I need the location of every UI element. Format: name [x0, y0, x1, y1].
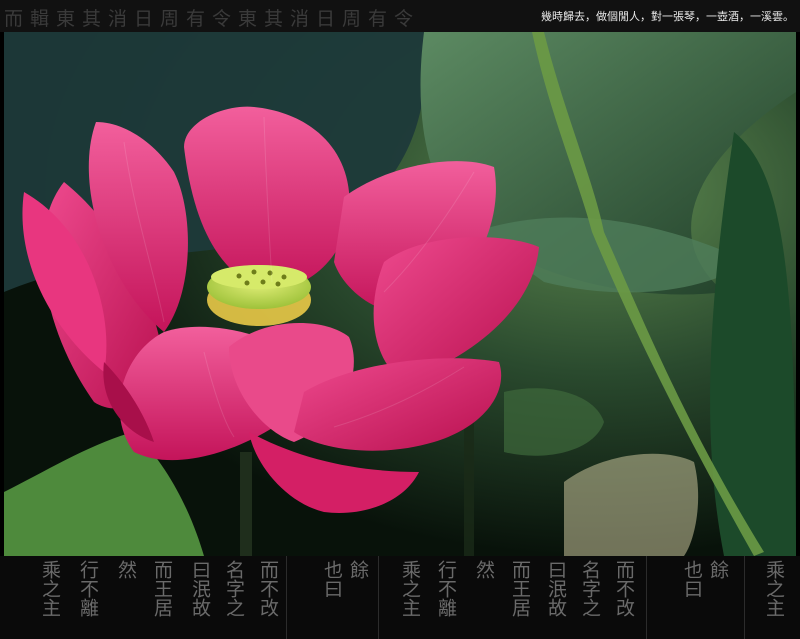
- top-calligraphy-band: 而輯東其消日周有令東其消日周有令 幾時歸去，做個閒人，對一張琴，一壺酒，一溪雲。: [0, 0, 800, 32]
- calligraphy-column: 餘: [347, 560, 369, 579]
- calligraphy-column: 名字之: [579, 560, 601, 617]
- calligraphy-column: 餘: [707, 560, 729, 579]
- calligraphy-strip: 而輯東其消日周有令東其消日周有令: [4, 8, 421, 30]
- lotus-photo: [4, 32, 796, 556]
- background-stem: [464, 422, 474, 556]
- calligraphy-column: 乘之主: [39, 560, 61, 617]
- poem-caption: 幾時歸去，做個閒人，對一張琴，一壺酒，一溪雲。: [541, 10, 794, 23]
- calligraphy-column: 乘之主: [399, 560, 421, 617]
- seed-pod-top: [211, 265, 307, 289]
- calligraphy-column: 而不改: [257, 560, 279, 617]
- lotus-illustration: [4, 32, 796, 556]
- column-divider: [286, 556, 287, 639]
- calligraphy-column: 然: [115, 560, 137, 579]
- column-divider: [378, 556, 379, 639]
- calligraphy-column: 行不離: [435, 560, 457, 617]
- calligraphy-column: 而不改: [613, 560, 635, 617]
- calligraphy-column: 曰泯故: [189, 560, 211, 617]
- flower-stem: [240, 452, 252, 556]
- bottom-calligraphy-band: 乘之主 行不離 然 而王居 曰泯故 名字之 而不改 也曰 餘 乘之主 行不離 然…: [0, 556, 800, 639]
- column-divider: [646, 556, 647, 639]
- calligraphy-column: 也曰: [681, 560, 703, 598]
- calligraphy-column: 曰泯故: [545, 560, 567, 617]
- calligraphy-column: 而王居: [509, 560, 531, 617]
- calligraphy-column: 行不離: [77, 560, 99, 617]
- calligraphy-column: 名字之: [223, 560, 245, 617]
- calligraphy-column: 也曰: [321, 560, 343, 598]
- calligraphy-column: 而王居: [151, 560, 173, 617]
- calligraphy-column: 乘之主: [763, 560, 785, 617]
- column-divider: [744, 556, 745, 639]
- calligraphy-column: 然: [473, 560, 495, 579]
